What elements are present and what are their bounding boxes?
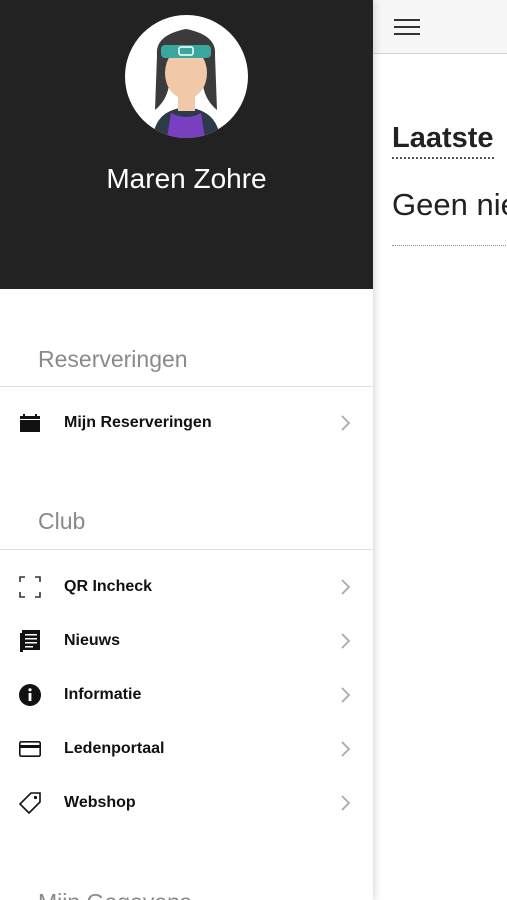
menu-item-label: Informatie [64,686,142,703]
page-title: Laatste [392,122,494,159]
menu-item-label: Ledenportaal [64,740,165,757]
hamburger-menu-icon[interactable] [394,19,420,35]
info-icon [19,684,41,706]
divider [392,245,507,246]
chevron-right-icon [341,741,351,757]
chevron-right-icon [341,579,351,595]
menu-item-webshop[interactable]: Webshop [0,776,373,830]
menu-item-nieuws[interactable]: Nieuws [0,614,373,668]
news-icon [19,630,41,652]
menu-item-label: QR Incheck [64,578,153,595]
section-header-mijn-gegevens: Mijn Gegevens [0,874,373,900]
chevron-right-icon [341,687,351,703]
menu-item-label: Nieuws [64,632,121,649]
empty-state-text: Geen nie [392,187,507,222]
qr-scan-icon [19,576,41,598]
chevron-right-icon [341,633,351,649]
menu-item-label: Webshop [64,794,136,811]
profile-header: Maren Zohre [0,0,373,289]
navigation-drawer: Maren Zohre Reserveringen Mijn Reserveri… [0,0,373,900]
card-icon [19,738,41,760]
section-header-reserveringen: Reserveringen [0,331,373,387]
menu-item-qr-incheck[interactable]: QR Incheck [0,560,373,614]
menu-item-ledenportaal[interactable]: Ledenportaal [0,722,373,776]
menu-item-mijn-reserveringen[interactable]: Mijn Reserveringen [0,387,373,459]
top-bar [373,0,507,54]
avatar[interactable] [125,15,248,138]
chevron-right-icon [341,795,351,811]
calendar-icon [19,412,41,434]
chevron-right-icon [341,415,351,431]
tag-icon [19,792,41,814]
user-name: Maren Zohre [106,163,267,194]
section-header-club: Club [0,493,373,550]
menu-item-informatie[interactable]: Informatie [0,668,373,722]
main-content: Laatste Geen nie [373,0,507,900]
menu-item-label: Mijn Reserveringen [64,414,212,431]
